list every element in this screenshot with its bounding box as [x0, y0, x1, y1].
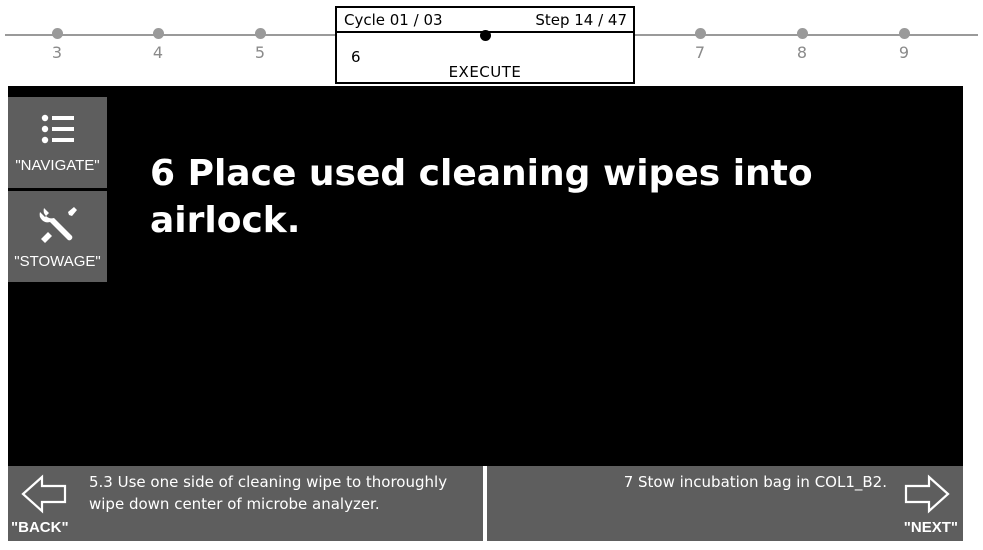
timeline-step-7[interactable]: 7 [680, 28, 720, 62]
timeline-step-label: 9 [898, 43, 910, 62]
timeline-step-label: 5 [254, 43, 266, 62]
timeline-dot [796, 28, 808, 39]
stowage-button[interactable]: "STOWAGE" [8, 191, 107, 282]
cycle-counter: Cycle 01 / 03 [344, 10, 443, 29]
back-button[interactable]: 5.3 Use one side of cleaning wipe to tho… [8, 466, 483, 541]
current-step-box: Cycle 01 / 03 Step 14 / 47 6 EXECUTE [335, 6, 635, 84]
timeline-step-label: 3 [51, 43, 63, 62]
next-step-text: 7 Stow incubation bag in COL1_B2. [623, 473, 887, 491]
timeline-dot [152, 28, 164, 39]
back-label: "BACK" [11, 519, 69, 536]
procedure-viewer: 3 4 5 7 8 9 Cycle 01 / 03 Step 14 / 47 6… [0, 0, 983, 550]
timeline-step-3[interactable]: 3 [37, 28, 77, 62]
next-button[interactable]: 7 Stow incubation bag in COL1_B2. "NEXT" [487, 466, 963, 541]
step-instruction: 6 Place used cleaning wipes into airlock… [150, 153, 813, 241]
timeline-step-label: 4 [152, 43, 164, 62]
timeline-dot [254, 28, 266, 39]
timeline-step-8[interactable]: 8 [782, 28, 822, 62]
navigate-button[interactable]: "NAVIGATE" [8, 97, 107, 188]
list-icon [41, 109, 75, 149]
timeline-dot [51, 28, 63, 39]
arrow-right-icon [903, 474, 951, 518]
step-counter: Step 14 / 47 [535, 10, 627, 29]
instruction-panel: "NAVIGATE" "STOWAGE" 6 Place used cleani… [8, 86, 963, 466]
arrow-left-icon [20, 474, 68, 518]
previous-step-text: 5.3 Use one side of cleaning wipe to tho… [89, 473, 448, 513]
current-step-dot [480, 30, 491, 41]
next-label: "NEXT" [903, 519, 958, 536]
timeline-step-4[interactable]: 4 [138, 28, 178, 62]
navigate-label: "NAVIGATE" [15, 157, 100, 174]
timeline-step-label: 7 [694, 43, 706, 62]
timeline-dot [694, 28, 706, 39]
stowage-label: "STOWAGE" [14, 253, 101, 270]
timeline-dot [898, 28, 910, 39]
current-step-mode: EXECUTE [448, 63, 522, 81]
timeline-step-5[interactable]: 5 [240, 28, 280, 62]
tools-icon [36, 205, 80, 245]
timeline-step-9[interactable]: 9 [884, 28, 924, 62]
timeline-step-label: 8 [796, 43, 808, 62]
